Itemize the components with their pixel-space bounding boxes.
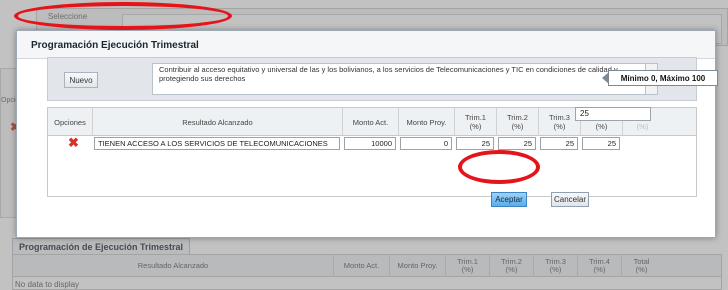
highlight-oval-title: [14, 2, 232, 30]
new-button[interactable]: Nuevo: [64, 72, 98, 88]
table-row: ✖ TIENEN ACCESO A LOS SERVICIOS DE TELEC…: [48, 136, 696, 152]
trim2-input[interactable]: 25: [498, 137, 536, 150]
description-textarea[interactable]: Contribuir al acceso equitativo y univer…: [152, 63, 646, 95]
grid-header-monto-act: Monto Act.: [342, 108, 398, 136]
description-panel: Nuevo Contribuir al acceso equitativo y …: [47, 57, 697, 101]
dialog-title-bar: Programación Ejecución Trimestral: [17, 31, 715, 59]
autocomplete-dropdown[interactable]: 25: [575, 107, 651, 121]
grid-header-monto-proy: Monto Proy.: [398, 108, 454, 136]
cancel-button[interactable]: Cancelar: [551, 192, 589, 207]
highlight-oval-accept: [458, 150, 540, 184]
monto-act-input[interactable]: 10000: [344, 137, 396, 150]
grid-header-resultado: Resultado Alcanzado: [92, 108, 342, 136]
delete-row-icon[interactable]: ✖: [68, 136, 79, 150]
trim1-input[interactable]: 25: [456, 137, 494, 150]
trim4-input[interactable]: 25: [582, 137, 620, 150]
grid-header-trim2: Trim.2 (%): [496, 108, 538, 136]
validation-tooltip: Mínimo 0, Máximo 100: [608, 70, 718, 86]
grid-header-opciones: Opciones: [54, 117, 86, 127]
trim3-input[interactable]: 25: [540, 137, 578, 150]
grid-header-trim1: Trim.1 (%): [454, 108, 496, 136]
grid-header-trim3: Trim.3 (%): [538, 108, 580, 136]
accept-button[interactable]: Aceptar: [491, 192, 527, 207]
resultado-input[interactable]: TIENEN ACCESO A LOS SERVICIOS DE TELECOM…: [94, 137, 340, 150]
monto-proy-input[interactable]: 0: [400, 137, 452, 150]
dialog-title: Programación Ejecución Trimestral: [31, 40, 199, 51]
trimestral-dialog: Programación Ejecución Trimestral Nuevo …: [16, 30, 716, 238]
